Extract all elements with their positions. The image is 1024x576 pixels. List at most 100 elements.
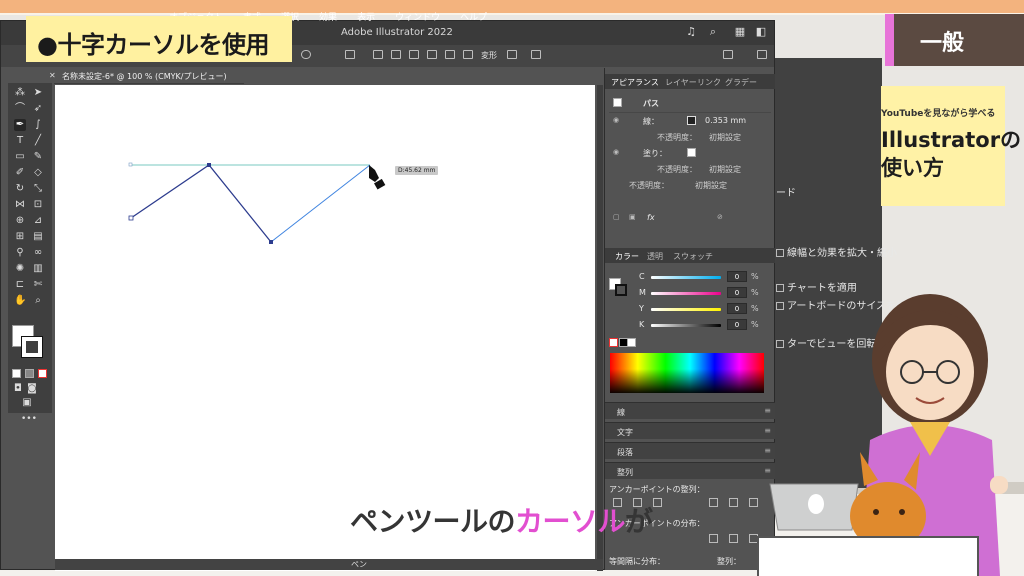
distribute-horizontal-icon[interactable] <box>709 534 718 543</box>
shape-icon[interactable] <box>301 50 311 59</box>
none-mode-swatch[interactable] <box>38 369 47 378</box>
character-panel-header[interactable]: 文字 ≡ <box>605 422 775 439</box>
pen-tool-icon[interactable]: ✒ <box>14 119 26 131</box>
object-opacity-value[interactable]: 初期設定 <box>695 180 727 191</box>
magenta-slider[interactable] <box>651 292 721 295</box>
direct-selection-icon[interactable]: ➤ <box>32 87 44 99</box>
tab-links[interactable]: リンク <box>697 77 721 88</box>
workspace-icon[interactable]: ▦ <box>734 26 746 38</box>
mesh-icon[interactable]: ⊞ <box>14 231 26 243</box>
free-transform-icon[interactable]: ⊡ <box>32 199 44 211</box>
panel-menu-icon[interactable] <box>757 50 767 59</box>
close-tab-icon[interactable]: ✕ <box>49 71 56 80</box>
zoom-tool-icon[interactable]: ⌕ <box>32 295 44 307</box>
eyedropper-icon[interactable]: ⚲ <box>14 247 26 259</box>
color-spectrum[interactable] <box>610 353 764 393</box>
lasso-icon[interactable]: ⌒ <box>14 103 26 115</box>
stroke-swatch[interactable] <box>21 336 43 358</box>
magic-wand-icon[interactable]: ⁂ <box>14 87 26 99</box>
paragraph-panel-header[interactable]: 段落 ≡ <box>605 442 775 459</box>
color-mode-swatch[interactable] <box>12 369 21 378</box>
black-slider[interactable] <box>651 324 721 327</box>
align-middle-icon[interactable] <box>445 50 455 59</box>
gradient-icon[interactable]: ▤ <box>32 231 44 243</box>
tab-swatches[interactable]: スウォッチ <box>673 251 713 262</box>
perspective-icon[interactable]: ⊿ <box>32 215 44 227</box>
blend-icon[interactable]: ∞ <box>32 247 44 259</box>
tab-transparency[interactable]: 透明 <box>647 251 663 262</box>
color-stroke-swatch[interactable] <box>615 284 627 296</box>
tab-layers[interactable]: レイヤー <box>665 77 697 88</box>
cyan-value[interactable]: 0 <box>727 271 747 282</box>
rotate-icon[interactable]: ↻ <box>14 183 26 195</box>
rectangle-tool-icon[interactable]: ▭ <box>14 151 26 163</box>
cyan-slider[interactable] <box>651 276 721 279</box>
tab-gradient[interactable]: グラデー <box>725 77 757 88</box>
none-swatch[interactable] <box>609 338 618 347</box>
screen-mode-icon[interactable]: ▣ <box>21 397 33 409</box>
tab-appearance[interactable]: アピアランス <box>611 77 659 88</box>
align-top-icon[interactable] <box>427 50 437 59</box>
graph-tool-icon[interactable]: ▥ <box>32 263 44 275</box>
stroke-color-swatch[interactable] <box>687 116 696 125</box>
add-effect-icon[interactable]: fx <box>647 213 655 222</box>
slice-tool-icon[interactable]: ✄ <box>32 279 44 291</box>
yellow-slider[interactable] <box>651 308 721 311</box>
line-tool-icon[interactable]: ╱ <box>32 135 44 147</box>
distribute-center-icon[interactable] <box>729 534 738 543</box>
visibility-eye-icon[interactable]: ◉ <box>613 116 619 124</box>
artboard-canvas[interactable] <box>55 85 595 571</box>
draw-mode-icon[interactable]: ◘ <box>12 383 24 395</box>
transform-button[interactable]: 変形 <box>481 50 497 61</box>
fill-opacity-value[interactable]: 初期設定 <box>709 164 741 175</box>
align-right-icon[interactable] <box>409 50 419 59</box>
align-middle-icon[interactable] <box>729 498 738 507</box>
hand-tool-icon[interactable]: ✋ <box>14 295 26 307</box>
scale-icon[interactable]: ⤡ <box>32 183 44 195</box>
gradient-mode-swatch[interactable] <box>25 369 34 378</box>
more-tools-icon[interactable]: ••• <box>21 413 37 425</box>
vertical-scrollbar[interactable] <box>597 85 603 571</box>
shaper-icon[interactable]: ✐ <box>14 167 26 179</box>
width-tool-icon[interactable]: ⋈ <box>14 199 26 211</box>
add-stroke-icon[interactable]: ▢ <box>613 213 620 221</box>
isolate-icon[interactable] <box>507 50 517 59</box>
stroke-panel-header[interactable]: 線 ≡ <box>605 402 775 419</box>
clear-appearance-icon[interactable]: ⊘ <box>717 213 723 221</box>
align-bottom-icon[interactable] <box>463 50 473 59</box>
eraser-icon[interactable]: ◇ <box>32 167 44 179</box>
shape-builder-icon[interactable]: ⊕ <box>14 215 26 227</box>
add-fill-icon[interactable]: ▣ <box>629 213 636 221</box>
checkbox-icon[interactable] <box>776 249 784 257</box>
align-center-icon[interactable] <box>391 50 401 59</box>
yellow-value[interactable]: 0 <box>727 303 747 314</box>
symbol-sprayer-icon[interactable]: ✺ <box>14 263 26 275</box>
black-value[interactable]: 0 <box>727 319 747 330</box>
magenta-value[interactable]: 0 <box>727 287 747 298</box>
align-panel-header[interactable]: 整列 ≡ <box>605 462 775 479</box>
panel-toggle-icon[interactable]: ◧ <box>755 26 767 38</box>
align-to-icon[interactable] <box>345 50 355 59</box>
curvature-icon[interactable]: ∫ <box>32 119 44 131</box>
type-tool-icon[interactable]: T <box>14 135 26 147</box>
fill-color-swatch[interactable] <box>687 148 696 157</box>
arrange-icon[interactable] <box>531 50 541 59</box>
align-left-icon[interactable] <box>373 50 383 59</box>
tab-color[interactable]: カラー <box>615 251 639 262</box>
search-icon[interactable]: ⌕ <box>707 26 719 38</box>
align-bottom-icon[interactable] <box>749 498 758 507</box>
document-tab[interactable]: ✕ 名称未設定-6* @ 100 % (CMYK/プレビュー) <box>49 68 244 84</box>
visibility-eye-icon[interactable]: ◉ <box>613 148 619 156</box>
group-selection-icon[interactable]: ➶ <box>32 103 44 115</box>
stroke-opacity-value[interactable]: 初期設定 <box>709 132 741 143</box>
align-top-icon[interactable] <box>709 498 718 507</box>
white-swatch[interactable] <box>627 338 636 347</box>
fill-row-label[interactable]: 塗り： <box>643 148 667 159</box>
align-horizontal-icon[interactable] <box>723 50 733 59</box>
artboard-tool-icon[interactable]: ⊏ <box>14 279 26 291</box>
align-right-icon[interactable] <box>653 498 662 507</box>
stroke-row-label[interactable]: 線： <box>643 116 659 127</box>
draw-behind-icon[interactable]: ◙ <box>26 383 38 395</box>
stroke-weight-value[interactable]: 0.353 mm <box>705 116 746 125</box>
cloud-sync-icon[interactable]: ♫ <box>685 26 697 38</box>
